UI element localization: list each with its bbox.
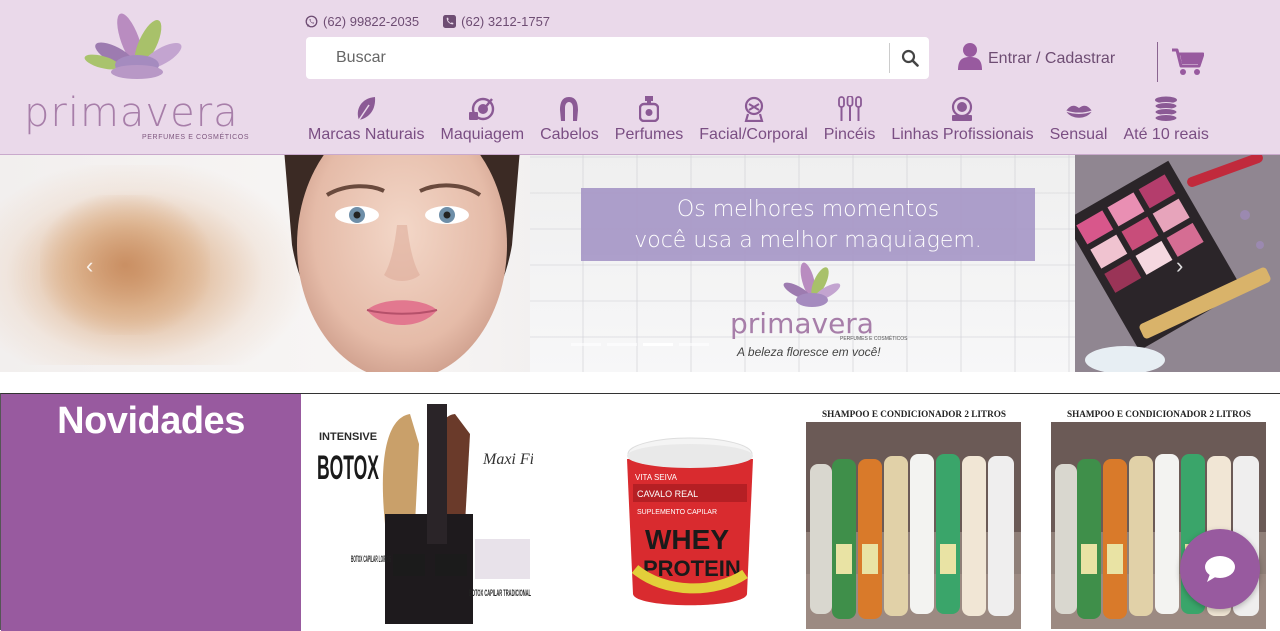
perfume-icon: [639, 96, 660, 122]
product-shampoo-2-caption: SHAMPOO E CONDICIONADOR 2 LITROS: [1067, 409, 1251, 419]
novidades-products: INTENSIVE BOTOX Maxi Fios BOTOX CAPILAR …: [301, 394, 1280, 631]
search-button[interactable]: [889, 43, 929, 73]
product-botox-text-tradicional: BOTOX CAPILAR TRADICIONAL: [469, 588, 531, 598]
professional-icon: [952, 96, 973, 121]
product-whey-text-cavaloreal: CAVALO REAL: [637, 489, 698, 499]
carousel-dot[interactable]: [607, 343, 637, 346]
hero-carousel[interactable]: Os melhores momentos você usa a melhor m…: [0, 155, 1280, 372]
shopping-cart-icon: [1172, 48, 1205, 75]
carousel-prev-button[interactable]: ‹: [86, 253, 93, 279]
nav-label: Facial/Corporal: [699, 126, 808, 143]
product-whey-protein-image[interactable]: VITA SEIVA CAVALO REAL SUPLEMENTO CAPILA…: [605, 404, 775, 629]
nav-item-linhas-profissionais[interactable]: Linhas Profissionais: [883, 92, 1041, 144]
product-botox-image[interactable]: INTENSIVE BOTOX Maxi Fios BOTOX CAPILAR …: [315, 404, 533, 629]
novidades-sidebar: Novidades: [1, 394, 301, 631]
banner-headline: Os melhores momentos você usa a melhor m…: [581, 188, 1035, 261]
coins-icon: [1154, 96, 1178, 122]
header-divider: [1157, 42, 1158, 82]
banner-headline-line2: você usa a melhor maquiagem.: [634, 228, 982, 253]
product-whey-text-whey: WHEY: [645, 524, 729, 555]
makeup-icon: [469, 97, 495, 121]
search-bar: [306, 37, 929, 79]
brand-logo[interactable]: primavera PERFUMES E COSMÉTICOS: [24, 10, 249, 145]
powder-splash-detail: [40, 195, 210, 335]
product-botox-text-intensive: INTENSIVE: [319, 431, 377, 443]
category-nav: Marcas Naturais Maquiagem Cabelos Perfum…: [300, 92, 1217, 148]
phone-contact[interactable]: (62) 3212-1757: [443, 14, 550, 29]
product-botox-text-botox: BOTOX: [317, 449, 379, 487]
novidades-section: Novidades INTENSIVE BOTOX Maxi Fios BOTO…: [0, 393, 1280, 631]
nav-label: Cabelos: [540, 126, 599, 143]
product-botox-text-maxifios: Maxi Fios: [482, 451, 533, 468]
contact-phones: (62) 99822-2035 (62) 3212-1757: [305, 14, 550, 29]
nav-item-marcas-naturais[interactable]: Marcas Naturais: [300, 92, 432, 144]
search-input[interactable]: [306, 37, 889, 79]
nav-item-pinceis[interactable]: Pincéis: [816, 92, 884, 144]
face-body-icon: [744, 96, 763, 122]
chat-button[interactable]: [1180, 529, 1260, 609]
nav-label: Linhas Profissionais: [891, 126, 1034, 143]
phone-icon: [443, 15, 457, 28]
product-whey-text-suplemento: SUPLEMENTO CAPILAR: [637, 509, 717, 516]
whatsapp-contact[interactable]: (62) 99822-2035: [305, 14, 419, 29]
product-shampoo-1-caption: SHAMPOO E CONDICIONADOR 2 LITROS: [822, 409, 1006, 419]
leaf-icon: [358, 97, 376, 121]
carousel-dot-active[interactable]: [643, 343, 673, 346]
brand-name: primavera: [24, 90, 239, 136]
chat-bubble-icon: [1205, 556, 1235, 582]
banner-slogan: A beleza floresce em você!: [737, 345, 881, 359]
carousel-dot[interactable]: [679, 343, 709, 346]
product-shampoo-image-1[interactable]: SHAMPOO E CONDICIONADOR 2 LITROS: [806, 404, 1021, 629]
product-botox-text-loiros: BOTOX CAPILAR LOIROS: [351, 554, 391, 564]
whatsapp-icon: [305, 15, 318, 28]
hair-icon: [560, 97, 579, 121]
site-header: primavera PERFUMES E COSMÉTICOS (62) 998…: [0, 0, 1280, 155]
login-label: Entrar / Cadastrar: [988, 50, 1116, 67]
nav-item-cabelos[interactable]: Cabelos: [532, 92, 607, 144]
nav-label: Marcas Naturais: [308, 126, 425, 143]
phone-number: (62) 3212-1757: [461, 14, 551, 29]
brushes-icon: [837, 96, 862, 121]
nav-label: Maquiagem: [440, 126, 525, 143]
search-icon: [901, 49, 919, 67]
model-face-image: [284, 155, 520, 372]
nav-item-maquiagem[interactable]: Maquiagem: [432, 92, 532, 144]
banner-headline-line1: Os melhores momentos: [676, 197, 940, 222]
carousel-dot[interactable]: [571, 343, 601, 346]
whatsapp-number: (62) 99822-2035: [323, 14, 420, 29]
cart-button[interactable]: [1172, 48, 1205, 81]
nav-label: Até 10 reais: [1123, 126, 1209, 143]
nav-label: Perfumes: [614, 126, 684, 143]
nav-item-ate-10-reais[interactable]: Até 10 reais: [1115, 92, 1216, 144]
carousel-next-button[interactable]: ›: [1176, 253, 1183, 279]
lotus-logo-icon: [84, 13, 182, 79]
nav-item-sensual[interactable]: Sensual: [1042, 92, 1116, 144]
nav-label: Pincéis: [823, 126, 876, 143]
login-register-link[interactable]: Entrar / Cadastrar: [958, 42, 1115, 70]
nav-label: Sensual: [1049, 126, 1108, 143]
product-whey-text-vitaseiva: VITA SEIVA: [635, 473, 678, 482]
novidades-title: Novidades: [57, 400, 245, 442]
carousel-indicators: [571, 343, 709, 346]
user-icon: [958, 43, 982, 70]
nav-item-perfumes[interactable]: Perfumes: [607, 92, 691, 144]
lips-icon: [1065, 105, 1092, 118]
nav-item-facial-corporal[interactable]: Facial/Corporal: [691, 92, 815, 144]
banner-brand-sub: PERFUMES E COSMÉTICOS: [840, 336, 908, 342]
brand-tagline: PERFUMES E COSMÉTICOS: [142, 134, 250, 141]
